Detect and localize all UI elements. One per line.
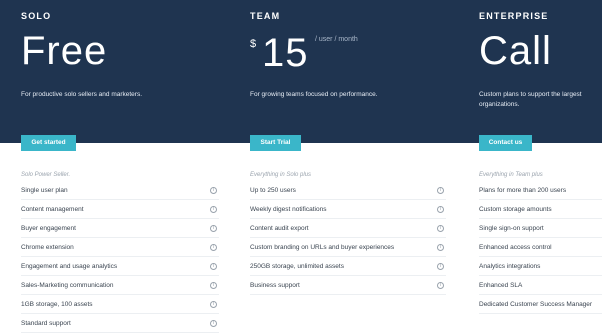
info-icon[interactable]: i <box>210 186 217 194</box>
feature-label: Custom storage amounts <box>479 205 552 213</box>
feature-label: Chrome extension <box>21 243 74 251</box>
feature-label: Analytics integrations <box>479 262 541 270</box>
start-trial-button[interactable]: Start Trial <box>250 135 301 151</box>
info-icon[interactable]: i <box>437 224 444 232</box>
feature-item: 1GB storage, 100 assets i <box>21 295 219 314</box>
feature-label: Single user plan <box>21 186 68 194</box>
feature-item: 250GB storage, unlimited assets i <box>250 257 446 276</box>
feature-list: Plans for more than 200 users Custom sto… <box>479 181 602 314</box>
feature-item: Up to 250 users i <box>250 181 446 200</box>
plan-description: For productive solo sellers and marketer… <box>21 91 143 98</box>
info-icon[interactable]: i <box>437 243 444 251</box>
info-icon[interactable]: i <box>437 262 444 270</box>
info-icon[interactable]: i <box>210 243 217 251</box>
feature-label: Weekly digest notifications <box>250 205 327 213</box>
info-icon[interactable]: i <box>210 300 217 308</box>
feature-item: Weekly digest notifications i <box>250 200 446 219</box>
contact-us-button[interactable]: Contact us <box>479 135 532 151</box>
plan-features-subtitle: Solo Power Seller. <box>21 172 71 178</box>
info-icon[interactable]: i <box>437 186 444 194</box>
feature-label: Enhanced access control <box>479 243 552 251</box>
feature-item: Dedicated Customer Success Manager <box>479 295 602 314</box>
plan-name: ENTERPRISE <box>479 11 549 21</box>
feature-label: Sales-Marketing communication <box>21 281 114 289</box>
feature-label: Content audit export <box>250 224 309 232</box>
feature-item: Content management i <box>21 200 219 219</box>
feature-item: Custom branding on URLs and buyer experi… <box>250 238 446 257</box>
feature-label: Plans for more than 200 users <box>479 186 567 194</box>
feature-label: Enhanced SLA <box>479 281 523 289</box>
plan-price: 15 <box>262 31 309 75</box>
plan-column-enterprise: ENTERPRISE Call Custom plans to support … <box>479 0 602 333</box>
feature-list: Up to 250 users i Weekly digest notificat… <box>250 181 446 295</box>
feature-label: Business support <box>250 281 300 289</box>
feature-label: Dedicated Customer Success Manager <box>479 300 593 308</box>
feature-label: Single sign-on support <box>479 224 544 232</box>
feature-item: Single user plan i <box>21 181 219 200</box>
get-started-button[interactable]: Get started <box>21 135 76 151</box>
feature-item: Plans for more than 200 users <box>479 181 602 200</box>
info-icon[interactable]: i <box>210 262 217 270</box>
feature-label: Custom branding on URLs and buyer experi… <box>250 243 395 251</box>
feature-item: Analytics integrations <box>479 257 602 276</box>
plan-description: For growing teams focused on performance… <box>250 91 378 98</box>
feature-item: Content audit export i <box>250 219 446 238</box>
info-icon[interactable]: i <box>210 281 217 289</box>
feature-label: Content management <box>21 205 84 213</box>
feature-item: Standard support i <box>21 314 219 333</box>
plan-price: Free <box>21 29 108 73</box>
feature-label: 250GB storage, unlimited assets <box>250 262 344 270</box>
feature-label: Engagement and usage analytics <box>21 262 118 270</box>
plan-name: SOLO <box>21 11 52 21</box>
info-icon[interactable]: i <box>210 319 217 327</box>
feature-item: Single sign-on support <box>479 219 602 238</box>
info-icon[interactable]: i <box>437 205 444 213</box>
plan-column-team: TEAM $ 15 / user / month For growing tea… <box>250 0 450 333</box>
plan-features-subtitle: Everything in Team plus <box>479 172 543 178</box>
plan-description: Custom plans to support the largest orga… <box>479 91 582 108</box>
plan-price: Call <box>479 29 552 73</box>
feature-label: 1GB storage, 100 assets <box>21 300 93 308</box>
feature-item: Buyer engagement i <box>21 219 219 238</box>
feature-list: Single user plan i Content management i Bu… <box>21 181 219 333</box>
info-icon[interactable]: i <box>210 224 217 232</box>
feature-label: Up to 250 users <box>250 186 296 194</box>
feature-label: Standard support <box>21 319 71 327</box>
currency-symbol: $ <box>250 38 257 50</box>
feature-label: Buyer engagement <box>21 224 76 232</box>
plan-name: TEAM <box>250 11 281 21</box>
feature-item: Enhanced access control <box>479 238 602 257</box>
info-icon[interactable]: i <box>437 281 444 289</box>
price-period: / user / month <box>315 36 358 43</box>
feature-item: Business support i <box>250 276 446 295</box>
feature-item: Sales-Marketing communication i <box>21 276 219 295</box>
feature-item: Engagement and usage analytics i <box>21 257 219 276</box>
feature-item: Enhanced SLA <box>479 276 602 295</box>
info-icon[interactable]: i <box>210 205 217 213</box>
feature-item: Chrome extension i <box>21 238 219 257</box>
feature-item: Custom storage amounts <box>479 200 602 219</box>
plan-features-subtitle: Everything in Solo plus <box>250 172 312 178</box>
plan-column-solo: SOLO Free For productive solo sellers an… <box>21 0 221 333</box>
